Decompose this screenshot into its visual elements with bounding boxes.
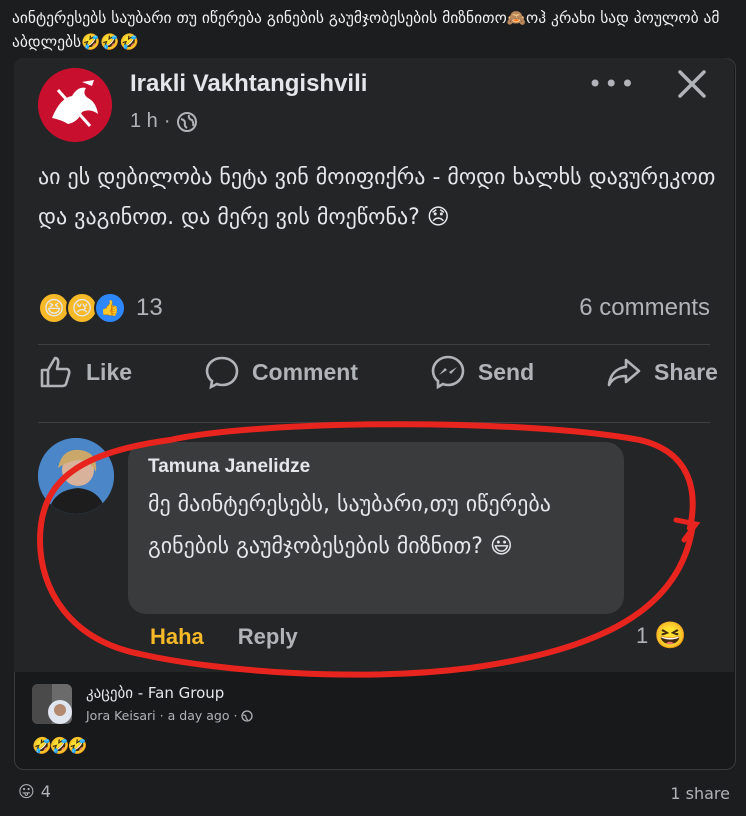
meta-separator: · xyxy=(163,110,171,132)
haha-reaction-button[interactable]: Haha xyxy=(150,624,204,650)
comment-text: მე მაინტერესებს, საუბარი,თუ იწერება გინე… xyxy=(148,492,551,559)
like-label: Like xyxy=(86,358,133,385)
footer-reaction-count: 4 xyxy=(40,782,51,801)
post-meta: 1 h · xyxy=(130,110,198,133)
post-time[interactable]: 1 h xyxy=(130,110,158,133)
screenshot-facebook-post: Irakli Vakhtangishvili 1 h · ••• აი ეს დ… xyxy=(14,58,734,672)
comment-bubble-icon xyxy=(205,356,239,390)
share-button[interactable]: Share xyxy=(606,354,718,390)
globe-icon xyxy=(241,709,254,722)
footer-reactions[interactable]: 😛 4 xyxy=(18,782,51,801)
st-george-logo-icon xyxy=(38,68,112,142)
close-icon[interactable] xyxy=(674,66,710,102)
share-label: Share xyxy=(654,358,718,385)
meta-separator: · xyxy=(233,708,238,723)
group-post-meta: Jora Keisari · a day ago · xyxy=(86,708,254,723)
comment-reaction-summary[interactable]: 1 😆 xyxy=(636,620,687,651)
send-button[interactable]: Send xyxy=(430,354,534,390)
share-count[interactable]: 1 share xyxy=(670,784,730,803)
messenger-icon xyxy=(431,355,465,390)
group-avatar[interactable] xyxy=(32,684,72,724)
tongue-reaction-icon: 😛 xyxy=(18,782,35,801)
group-photo xyxy=(32,684,72,724)
divider xyxy=(38,422,710,423)
post-time[interactable]: a day ago xyxy=(168,708,230,723)
comment-label: Comment xyxy=(251,358,358,385)
comment-reaction-count: 1 xyxy=(636,622,649,648)
share-arrow-icon xyxy=(607,358,641,387)
post-action-bar: Like Comment Send Share xyxy=(38,354,718,390)
like-reaction-icon: 👍 xyxy=(94,292,126,324)
globe-icon xyxy=(177,111,198,132)
group-post-caption: აინტერესებს საუბარი თუ იწერება გინების გ… xyxy=(12,9,720,51)
like-button[interactable]: Like xyxy=(38,354,132,390)
post-body-text: აი ეს დებილობა ნეტა ვინ მოიფიქრა - მოდი … xyxy=(38,165,716,230)
more-options-icon[interactable]: ••• xyxy=(588,70,636,98)
reaction-count: 13 xyxy=(136,294,163,321)
reaction-summary[interactable]: 😆 😢 👍 13 xyxy=(38,292,163,324)
commenter-photo xyxy=(38,438,114,514)
poster-name[interactable]: Jora Keisari xyxy=(86,708,156,723)
post-author-name[interactable]: Irakli Vakhtangishvili xyxy=(130,70,367,98)
send-label: Send xyxy=(477,358,535,385)
reply-button[interactable]: Reply xyxy=(238,624,298,650)
divider xyxy=(38,344,710,345)
comment-button[interactable]: Comment xyxy=(204,354,358,390)
meta-separator: · xyxy=(159,708,164,723)
commenter-name[interactable]: Tamuna Janelidze xyxy=(148,456,310,478)
group-post-emojis: 🤣🤣🤣 xyxy=(32,736,88,755)
page-avatar[interactable] xyxy=(38,68,112,142)
thumbs-up-icon xyxy=(40,356,71,388)
comments-count-link[interactable]: 6 comments xyxy=(579,294,710,322)
group-name[interactable]: კაცები - Fan Group xyxy=(86,684,224,702)
commenter-avatar[interactable] xyxy=(38,438,114,514)
haha-reaction-icon: 😆 xyxy=(654,620,687,650)
comment-actions: Haha Reply xyxy=(150,624,298,650)
comment-bubble: Tamuna Janelidze მე მაინტერესებს, საუბარ… xyxy=(128,442,624,614)
